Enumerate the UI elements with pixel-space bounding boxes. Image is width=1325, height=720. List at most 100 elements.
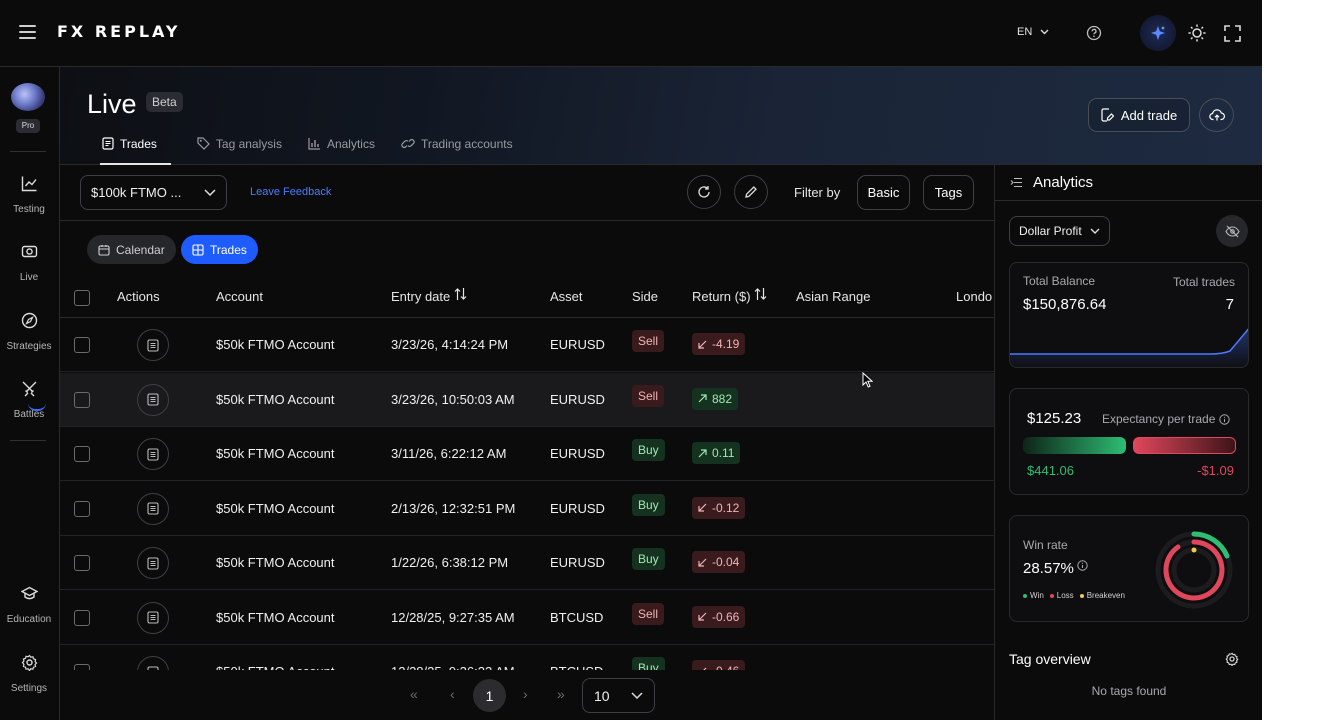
view-note-button[interactable] xyxy=(137,492,169,525)
table-row[interactable]: $50k FTMO Account 12/28/25, 9:26:22 AM BTC… xyxy=(60,645,994,670)
win-rate-legend: Win Loss Breakeven xyxy=(1023,591,1125,600)
pagination: « ‹ 1 › » 10 xyxy=(60,672,994,720)
page-size-select[interactable]: 10 xyxy=(582,678,655,713)
basic-filter-button[interactable]: Basic xyxy=(857,175,910,210)
metric-select[interactable]: Dollar Profit xyxy=(1009,216,1110,246)
help-icon[interactable] xyxy=(1081,20,1107,46)
table-row[interactable]: $50k FTMO Account 3/23/26, 10:50:03 AM EUR… xyxy=(60,372,994,427)
sidebar-item-strategies[interactable]: Strategies xyxy=(0,312,58,352)
account-select[interactable]: $100k FTMO ... xyxy=(80,175,227,210)
first-page-icon[interactable]: « xyxy=(410,686,418,702)
arrow-down-left-icon xyxy=(698,558,707,567)
view-note-button[interactable] xyxy=(137,656,169,670)
trades-view-label: Trades xyxy=(210,242,247,257)
trades-table: Actions Account Entry date Asset Side Re… xyxy=(60,278,994,670)
trades-view-button[interactable]: Trades xyxy=(181,235,258,264)
collapse-panel-icon[interactable] xyxy=(1010,177,1023,188)
table-row[interactable]: $50k FTMO Account 3/23/26, 4:14:24 PM EURU… xyxy=(60,318,994,372)
sidebar-item-label: Testing xyxy=(13,204,45,215)
sidebar-item-education[interactable]: Education xyxy=(0,585,58,625)
tab-analytics[interactable]: Analytics xyxy=(308,133,375,165)
cloud-upload-button[interactable] xyxy=(1199,98,1234,132)
return-badge: 882 xyxy=(692,387,739,410)
fullscreen-icon[interactable] xyxy=(1219,20,1245,46)
theme-toggle-sun-icon[interactable] xyxy=(1184,20,1210,46)
sidebar-item-settings[interactable]: Settings xyxy=(0,654,58,694)
eye-off-icon xyxy=(1224,225,1240,237)
return-value: -4.19 xyxy=(712,337,740,351)
row-checkbox[interactable] xyxy=(74,609,90,626)
cell-side: Buy xyxy=(632,548,665,570)
row-checkbox[interactable] xyxy=(74,555,90,571)
tab-label: Analytics xyxy=(326,137,375,151)
column-header-return[interactable]: Return ($) xyxy=(692,287,767,304)
no-tags-message: No tags found xyxy=(1091,684,1167,698)
analytics-title: Analytics xyxy=(1033,174,1094,191)
cell-account: $50k FTMO Account xyxy=(216,555,335,570)
row-checkbox[interactable] xyxy=(74,446,90,462)
table-row[interactable]: $50k FTMO Account 12/28/25, 9:27:35 AM BTC… xyxy=(60,591,994,645)
column-header-entry-date[interactable]: Entry date xyxy=(391,287,467,304)
column-header-asian-range[interactable]: Asian Range xyxy=(796,289,870,304)
column-header-side[interactable]: Side xyxy=(632,289,658,304)
language-select[interactable]: EN xyxy=(1017,26,1049,38)
view-note-button[interactable] xyxy=(137,383,169,416)
table-row[interactable]: $50k FTMO Account 1/22/26, 6:38:12 PM EURU… xyxy=(60,536,994,590)
view-note-button[interactable] xyxy=(137,547,169,579)
legend-loss: Loss xyxy=(1049,591,1074,600)
analytics-panel: Analytics Dollar Profit Total Balance To… xyxy=(994,165,1262,720)
ai-assistant-button[interactable] xyxy=(1140,15,1176,51)
gear-icon[interactable] xyxy=(1225,652,1239,666)
view-note-button[interactable] xyxy=(137,329,169,361)
info-icon[interactable] xyxy=(1219,413,1231,425)
graduation-cap-icon xyxy=(20,586,38,600)
document-list-icon xyxy=(102,137,114,150)
edit-button[interactable] xyxy=(734,175,768,209)
row-checkbox[interactable] xyxy=(74,391,90,408)
row-checkbox[interactable] xyxy=(74,337,90,353)
cell-asset: EURUSD xyxy=(550,337,605,352)
tab-trades[interactable]: Trades xyxy=(100,133,171,165)
table-row[interactable]: $50k FTMO Account 3/11/26, 6:22:12 AM EURU… xyxy=(60,427,994,481)
app-logo[interactable]: FX REPLAY xyxy=(57,22,180,41)
filter-by-label: Filter by xyxy=(794,185,841,200)
calendar-view-button[interactable]: Calendar xyxy=(87,235,176,264)
next-page-icon[interactable]: › xyxy=(523,686,528,702)
note-icon xyxy=(147,338,159,352)
add-trade-button[interactable]: Add trade xyxy=(1088,98,1190,132)
sidebar-item-battles[interactable]: Battles xyxy=(0,380,58,420)
leave-feedback-link[interactable]: Leave Feedback xyxy=(250,186,331,198)
sidebar-item-live[interactable]: Live xyxy=(0,243,58,283)
table-row[interactable]: $50k FTMO Account 2/13/26, 12:32:51 PM EUR… xyxy=(60,482,994,536)
tags-filter-button[interactable]: Tags xyxy=(923,175,974,210)
column-header-asset[interactable]: Asset xyxy=(550,289,583,304)
view-note-button[interactable] xyxy=(137,601,169,634)
tab-tag-analysis[interactable]: Tag analysis xyxy=(197,133,282,165)
menu-icon[interactable] xyxy=(19,25,36,39)
current-page-button[interactable]: 1 xyxy=(473,679,506,712)
sidebar-item-testing[interactable]: Testing xyxy=(0,175,58,215)
row-checkbox[interactable] xyxy=(74,664,90,670)
return-value: -0.12 xyxy=(712,500,740,515)
hide-values-button[interactable] xyxy=(1216,215,1248,247)
cell-entry-date: 12/28/25, 9:26:22 AM xyxy=(391,664,515,670)
info-icon[interactable] xyxy=(1077,560,1088,571)
expectancy-label-wrap: Expectancy per trade xyxy=(1102,412,1231,426)
side-badge: Buy xyxy=(632,493,665,516)
last-page-icon[interactable]: » xyxy=(557,686,565,702)
cell-return: -0.66 xyxy=(692,605,746,628)
swords-icon xyxy=(22,381,36,397)
cell-asset: EURUSD xyxy=(550,555,605,570)
row-checkbox[interactable] xyxy=(74,500,90,517)
select-all-checkbox[interactable] xyxy=(74,290,90,306)
tab-label: Tag analysis xyxy=(215,137,282,151)
column-header-london[interactable]: Londo xyxy=(956,289,992,304)
tab-trading-accounts[interactable]: Trading accounts xyxy=(401,133,513,165)
cell-return: 0.11 xyxy=(692,442,741,464)
avatar[interactable] xyxy=(11,83,45,111)
view-note-button[interactable] xyxy=(137,438,169,470)
refresh-button[interactable] xyxy=(687,175,721,209)
cell-side: Sell xyxy=(632,602,665,625)
column-header-account[interactable]: Account xyxy=(216,289,263,304)
prev-page-icon[interactable]: ‹ xyxy=(450,686,455,702)
